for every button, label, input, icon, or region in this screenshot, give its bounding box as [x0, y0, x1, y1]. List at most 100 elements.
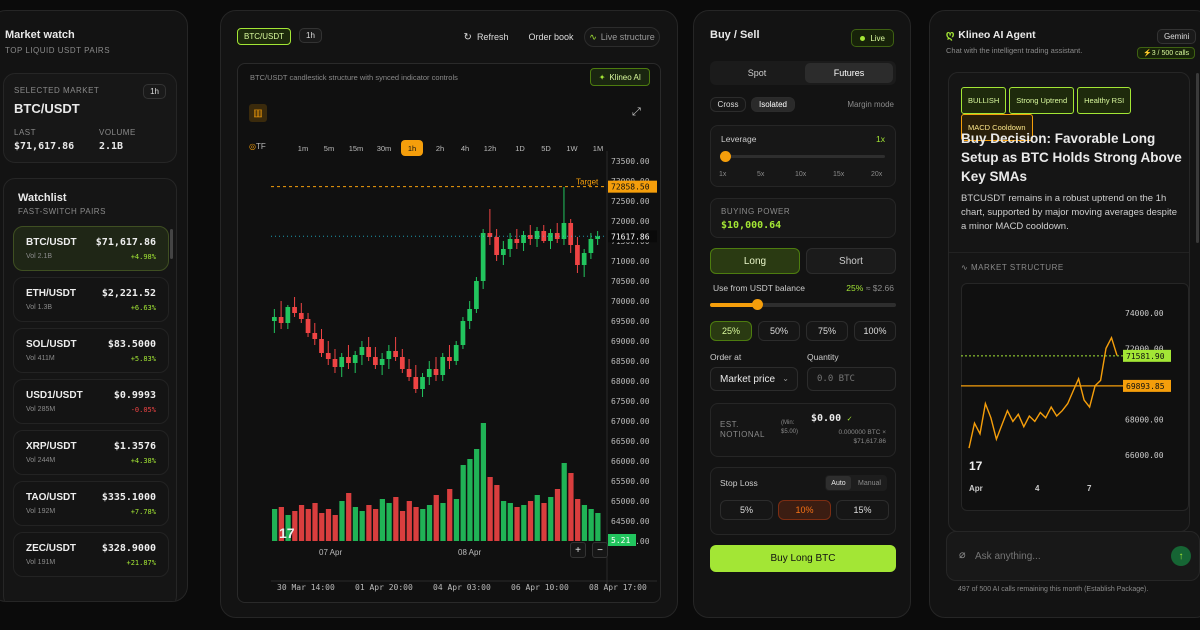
percent-button-100[interactable]: 100%: [854, 321, 896, 341]
watchlist-price: $0.9993: [113, 390, 156, 401]
watchlist-symbol: XRP/USDT: [26, 441, 77, 452]
market-watch-title: Market watch: [5, 29, 75, 41]
watchlist-item[interactable]: XRP/USDT Vol 244M $1.3576 +4.38%: [13, 430, 169, 475]
watchlist-scrollbar[interactable]: [170, 229, 173, 259]
leverage-tick: 10x: [795, 171, 807, 178]
watchlist-symbol: USD1/USDT: [26, 390, 83, 401]
timeframe-button-2h[interactable]: 2h: [429, 140, 451, 156]
mini-x-tick: 7: [1087, 484, 1092, 493]
ai-panel-subtitle: Chat with the intelligent trading assist…: [946, 46, 1083, 55]
short-button[interactable]: Short: [806, 248, 896, 274]
ai-scrollbar[interactable]: [1196, 73, 1199, 243]
timeframe-button-5m[interactable]: 5m: [318, 140, 340, 156]
sl-option-10[interactable]: 10%: [778, 500, 831, 520]
timeframe-chip[interactable]: 1h: [299, 28, 322, 43]
timeframe-button-12h[interactable]: 12h: [479, 140, 501, 156]
balance-slider-track[interactable]: [710, 303, 896, 307]
percent-button-75[interactable]: 75%: [806, 321, 848, 341]
tab-spot[interactable]: Spot: [712, 63, 802, 83]
order-type-select[interactable]: Market price ⌄: [710, 367, 798, 391]
watchlist-price: $328.9000: [101, 543, 156, 554]
quantity-input[interactable]: [807, 367, 896, 391]
market-structure-chart: 74000.0072000.0070000.0068000.0066000.00…: [961, 309, 1171, 493]
watchlist-price: $2,221.52: [101, 288, 156, 299]
leverage-slider-thumb[interactable]: [720, 151, 731, 162]
margin-isolated-button[interactable]: Isolated: [751, 97, 795, 112]
timeframe-button-1D[interactable]: 1D: [509, 140, 531, 156]
leverage-tick: 15x: [833, 171, 845, 178]
selected-market-card: SELECTED MARKET 1h BTC/USDT LAST $71,617…: [3, 73, 177, 163]
ai-message-card: BULLISH Strong Uptrend Healthy RSIMACD Coo…: [948, 72, 1190, 532]
leverage-card: Leverage 1x 1x 5x 10x 15x 20x: [710, 125, 896, 187]
tf-icon: ◎: [249, 142, 256, 151]
mini-x-tick: Apr: [969, 484, 983, 493]
timeframe-button-1m[interactable]: 1m: [292, 140, 314, 156]
order-panel-title: Buy / Sell: [710, 29, 760, 41]
min-label-1: (Min:: [781, 420, 795, 426]
watchlist-change: +5.83%: [130, 355, 156, 363]
sl-mode-auto[interactable]: Auto: [826, 476, 851, 490]
mini-x-tick: 4: [1035, 484, 1040, 493]
mini-y-tick: 74000.00: [1125, 309, 1164, 318]
buying-power-value: $10,000.64: [721, 220, 782, 231]
mini-price-label: 71581.90: [1126, 352, 1165, 361]
zoom-out-button[interactable]: −: [592, 542, 608, 558]
timeframe-button-30m[interactable]: 30m: [373, 140, 395, 156]
market-watch-subtitle: TOP LIQUID USDT PAIRS: [5, 46, 111, 55]
timeframe-button-5D[interactable]: 5D: [535, 140, 557, 156]
refresh-button[interactable]: ↻ Refresh: [458, 27, 514, 47]
sl-mode-manual[interactable]: Manual: [853, 476, 886, 490]
watchlist-item[interactable]: ZEC/USDT Vol 191M $328.9000 +21.87%: [13, 532, 169, 577]
watchlist-item[interactable]: TAO/USDT Vol 192M $335.1000 +7.78%: [13, 481, 169, 526]
selected-timeframe-chip[interactable]: 1h: [143, 84, 166, 99]
percent-button-50[interactable]: 50%: [758, 321, 800, 341]
tf-label[interactable]: ◎TF: [249, 142, 266, 151]
timeframe-button-15m[interactable]: 15m: [345, 140, 367, 156]
leverage-slider-track[interactable]: [725, 155, 885, 158]
selected-market-label: SELECTED MARKET: [14, 86, 100, 95]
use-balance-label: Use from USDT balance: [713, 283, 805, 293]
refresh-label: Refresh: [476, 32, 509, 42]
long-button[interactable]: Long: [710, 248, 800, 274]
tab-futures[interactable]: Futures: [805, 63, 893, 83]
indicator-toggle-button[interactable]: ▥: [249, 104, 267, 122]
watchlist-item[interactable]: USD1/USDT Vol 285M $0.9993 -0.05%: [13, 379, 169, 424]
attachment-icon[interactable]: ⌀: [959, 548, 966, 561]
live-badge: Live: [851, 29, 894, 47]
balance-slider-thumb[interactable]: [751, 299, 763, 310]
watchlist-item[interactable]: BTC/USDT Vol 2.1B $71,617.86 +4.98%: [13, 226, 169, 271]
klineo-ai-button[interactable]: ✦ Klineo AI: [589, 68, 650, 86]
timeframe-button-4h[interactable]: 4h: [454, 140, 476, 156]
expand-button[interactable]: ⤢: [632, 106, 641, 119]
watchlist-item[interactable]: ETH/USDT Vol 1.3B $2,221.52 +6.63%: [13, 277, 169, 322]
sl-option-5[interactable]: 5%: [720, 500, 773, 520]
arrow-up-icon: ↑: [1178, 550, 1184, 562]
live-structure-button[interactable]: ∿ Live structure: [584, 27, 660, 47]
sl-option-15[interactable]: 15%: [836, 500, 889, 520]
margin-cross-button[interactable]: Cross: [710, 97, 746, 112]
percent-button-25[interactable]: 25%: [710, 321, 752, 341]
timeframe-button-1M[interactable]: 1M: [587, 140, 609, 156]
chat-input[interactable]: [975, 545, 1155, 567]
order-panel: Buy / Sell Live Spot Futures Cross Isola…: [693, 10, 911, 618]
stop-loss-label: Stop Loss: [720, 478, 758, 488]
calls-text: 3 / 500 calls: [1151, 50, 1190, 57]
send-button[interactable]: ↑: [1171, 546, 1191, 566]
timeframe-button-1h[interactable]: 1h: [401, 140, 423, 156]
watchlist-symbol: BTC/USDT: [26, 237, 77, 248]
chat-input-box[interactable]: ⌀ ↑: [946, 531, 1200, 581]
model-chip[interactable]: Gemini: [1157, 29, 1197, 44]
order-book-button[interactable]: Order book: [523, 27, 579, 47]
pair-chip[interactable]: BTC/USDT: [237, 28, 291, 45]
zoom-in-button[interactable]: +: [570, 542, 586, 558]
timeframe-button-1W[interactable]: 1W: [561, 140, 583, 156]
chart-panel: BTC/USDT 1h ↻ Refresh Order book ∿ Live st…: [220, 10, 678, 618]
watchlist-item[interactable]: SOL/USDT Vol 411M $83.5000 +5.83%: [13, 328, 169, 373]
est-value-text: $0.00: [811, 413, 842, 424]
watchlist-volume: Vol 2.1B: [26, 253, 53, 260]
est-notional-card: EST. NOTIONAL (Min: $5.00) $0.00 ✓ 0.000…: [710, 403, 896, 457]
mini-y-tick: 68000.00: [1125, 416, 1164, 425]
buy-long-button[interactable]: Buy Long BTC: [710, 545, 896, 572]
klineo-ai-label: Klineo AI: [609, 72, 641, 82]
chart-bars-icon: ▥: [253, 107, 263, 119]
